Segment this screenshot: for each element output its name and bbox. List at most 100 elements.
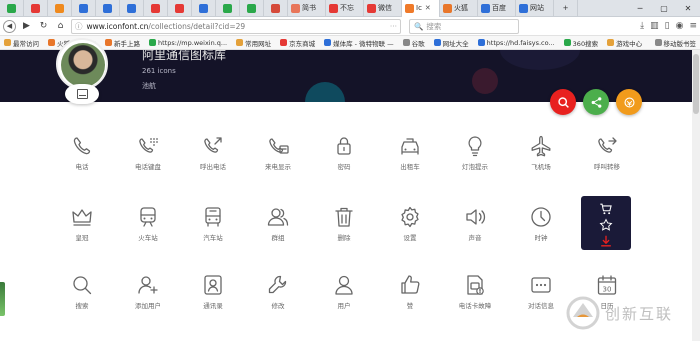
icon-card[interactable]: 火车站	[118, 205, 178, 255]
bookmark-item[interactable]: 京东商城	[280, 38, 315, 48]
icon-card[interactable]: 搜索	[52, 273, 112, 323]
call-forward-icon	[595, 134, 619, 158]
icon-card[interactable]: 对话信息	[511, 273, 571, 323]
icon-card[interactable]: 用户	[314, 273, 374, 323]
icon-card[interactable]: 修改	[248, 273, 308, 323]
icon-card[interactable]: 赞	[380, 273, 440, 323]
mobile-bookmarks[interactable]: 移动版书签	[654, 38, 696, 48]
library-icon[interactable]: ▥	[650, 21, 659, 31]
airplane-icon	[529, 134, 553, 158]
group-icon	[266, 205, 290, 229]
browser-tab[interactable]	[168, 0, 192, 17]
browser-tab[interactable]	[192, 0, 216, 17]
address-bar[interactable]: ⓘ www.iconfont.cn/collections/detail?cid…	[71, 18, 401, 34]
lock-icon	[332, 134, 356, 158]
tab-label: 微信	[378, 4, 392, 12]
browser-tab[interactable]: 简书	[288, 0, 326, 17]
browser-tab[interactable]: Ic ✕	[402, 0, 440, 17]
tab-label: 不忘	[340, 4, 354, 12]
minimize-button[interactable]: ─	[628, 0, 652, 17]
icon-card[interactable]: 密码	[314, 134, 374, 184]
caller-id-icon	[266, 134, 290, 158]
cart-button[interactable]	[599, 201, 613, 215]
favorite-button[interactable]	[599, 217, 613, 231]
close-tab-icon[interactable]: ✕	[425, 4, 431, 12]
tab-favicon-icon	[247, 3, 256, 13]
collection-author[interactable]: 池航	[142, 81, 156, 91]
sidebar-icon[interactable]: ▯	[665, 21, 670, 31]
collect-icon	[623, 96, 635, 108]
icon-card[interactable]: 呼叫转移	[577, 134, 637, 184]
browser-tab[interactable]: 网站	[516, 0, 554, 17]
side-widget-tab[interactable]	[0, 282, 5, 316]
browser-tab[interactable]	[0, 0, 24, 17]
scrollbar-thumb[interactable]	[693, 54, 699, 114]
icon-card[interactable]: 飞机场	[511, 134, 571, 184]
download-button[interactable]	[599, 233, 613, 247]
avatar[interactable]	[56, 38, 108, 90]
chat-icon[interactable]: ◉	[676, 21, 684, 31]
browser-tab[interactable]	[240, 0, 264, 17]
icon-card[interactable]: 删除	[314, 205, 374, 255]
icon-card[interactable]: 时钟	[511, 205, 571, 255]
bookmark-item[interactable]: 常用网址	[236, 38, 271, 48]
bookmark-favicon-icon	[563, 39, 571, 46]
icon-card[interactable]: 灯泡提示	[445, 134, 505, 184]
bookmark-item[interactable]: 新手上路	[105, 38, 140, 48]
browser-tab[interactable]: 不忘	[326, 0, 364, 17]
share-fab-button[interactable]	[583, 89, 609, 115]
bookmark-item[interactable]: https://mp.weixin.q...	[149, 39, 227, 47]
icon-card[interactable]: 声音	[445, 205, 505, 255]
forward-button[interactable]: ▶	[20, 20, 33, 33]
icon-card[interactable]: 呼出电话	[183, 134, 243, 184]
tab-favicon-icon	[103, 3, 112, 13]
browser-tab[interactable]: 百度	[478, 0, 516, 17]
page-actions-icon[interactable]: ···	[390, 22, 397, 31]
bookmark-item[interactable]: 网址大全	[433, 38, 469, 48]
icon-card[interactable]: 电话键盘	[118, 134, 178, 184]
browser-tab[interactable]: 微信	[364, 0, 402, 17]
icon-card[interactable]: 设置	[380, 205, 440, 255]
browser-tab[interactable]	[48, 0, 72, 17]
browser-tab[interactable]	[120, 0, 144, 17]
bookmark-label: 最常访问	[13, 39, 39, 48]
collect-fab-button[interactable]	[616, 89, 642, 115]
bookmark-item[interactable]: 360搜索	[563, 38, 598, 48]
icon-card[interactable]: 添加用户	[118, 273, 178, 323]
icon-card[interactable]: 电话卡故障	[445, 273, 505, 323]
home-button[interactable]: ⌂	[54, 20, 67, 33]
close-window-button[interactable]: ✕	[676, 0, 700, 17]
icon-card[interactable]: 通讯录	[183, 273, 243, 323]
browser-tab[interactable]	[264, 0, 288, 17]
browser-tab[interactable]	[216, 0, 240, 17]
icon-card[interactable]: 皇冠	[52, 205, 112, 255]
icon-card[interactable]: 出租车	[380, 134, 440, 184]
search-fab-button[interactable]	[550, 89, 576, 115]
icon-card[interactable]: 汽车站	[183, 205, 243, 255]
back-button[interactable]: ◀	[3, 19, 16, 33]
collection-title: 阿里通信图标库	[142, 50, 227, 62]
browser-tab[interactable]	[72, 0, 96, 17]
icon-card[interactable]: 电话	[52, 134, 112, 184]
icon-card[interactable]: 来电显示	[248, 134, 308, 184]
bookmark-item[interactable]: https://hd.faisys.co...	[477, 39, 555, 47]
bookmark-item[interactable]: 游戏中心	[607, 38, 642, 48]
download-icon[interactable]: ⤓	[640, 21, 644, 31]
new-tab-button[interactable]: +	[554, 0, 578, 17]
search-box[interactable]: 🔍 搜索	[409, 18, 519, 34]
maximize-button[interactable]: ▢	[652, 0, 676, 17]
bookmark-item[interactable]: 最常访问	[4, 38, 39, 48]
reload-button[interactable]: ↻	[37, 20, 50, 33]
bookmark-favicon-icon	[477, 39, 485, 46]
browser-tab[interactable]	[24, 0, 48, 17]
browser-tab[interactable]: 火狐	[440, 0, 478, 17]
icon-card[interactable]: 群组	[248, 205, 308, 255]
menu-icon[interactable]: ≡	[689, 21, 697, 31]
star-icon	[599, 218, 613, 231]
bookmark-favicon-icon	[402, 39, 410, 46]
bookmark-item[interactable]: 媒体库 - 微特物联 —	[324, 38, 394, 48]
browser-tab[interactable]	[144, 0, 168, 17]
icon-label: 皇冠	[75, 234, 89, 242]
browser-tab[interactable]	[96, 0, 120, 17]
bookmark-item[interactable]: 谷歌	[402, 38, 425, 48]
